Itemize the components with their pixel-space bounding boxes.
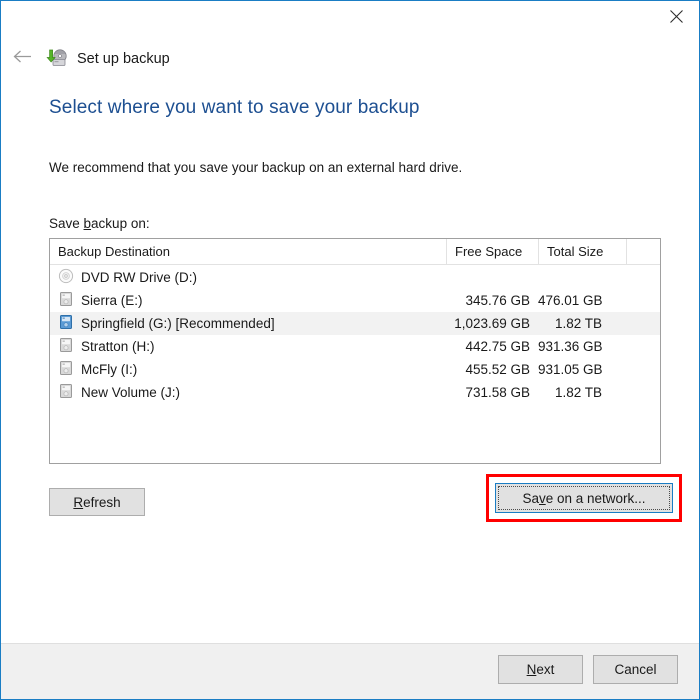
cell-destination: McFly (I:) (50, 360, 446, 379)
cell-destination: Stratton (H:) (50, 337, 446, 356)
setup-backup-window: Set up backup Select where you want to s… (0, 0, 700, 700)
backup-drive-icon (45, 47, 69, 71)
column-header-spacer (626, 239, 660, 265)
dialog-footer: Next Cancel (1, 643, 699, 699)
app-title: Set up backup (77, 52, 170, 67)
table-row[interactable]: Stratton (H:) 442.75 GB931.36 GB (50, 335, 660, 358)
cell-free-space: 345.76 GB (446, 293, 538, 308)
title-bar (1, 1, 699, 32)
cell-total-size: 931.05 GB (538, 362, 626, 377)
backup-destination-list[interactable]: Backup Destination Free Space Total Size… (49, 238, 661, 464)
destination-label: Springfield (G:) [Recommended] (81, 316, 275, 331)
cell-free-space: 455.52 GB (446, 362, 538, 377)
save-on-network-annotation-box: Save on a network... (486, 474, 682, 522)
cell-destination: DVD RW Drive (D:) (50, 268, 446, 287)
hard-drive-icon-selected (58, 314, 74, 333)
page-subtitle: We recommend that you save your backup o… (49, 159, 462, 177)
cell-total-size: 1.82 TB (538, 316, 626, 331)
cell-total-size: 1.82 TB (538, 385, 626, 400)
refresh-button-accel: R (73, 495, 83, 510)
next-button-accel: N (527, 662, 537, 677)
cell-total-size: 931.36 GB (538, 339, 626, 354)
save-on-network-accel: v (539, 491, 546, 506)
table-row[interactable]: McFly (I:) 455.52 GB931.05 GB (50, 358, 660, 381)
refresh-button[interactable]: Refresh (49, 488, 145, 516)
hard-drive-icon (58, 291, 74, 310)
save-on-network-post: e on a network... (546, 491, 646, 506)
hard-drive-icon (58, 337, 74, 356)
destination-label: Stratton (H:) (81, 339, 155, 354)
navigation-row: Set up backup (1, 42, 699, 76)
column-header-destination[interactable]: Backup Destination (50, 239, 446, 265)
table-row[interactable]: Springfield (G:) [Recommended] 1,023.69 G… (50, 312, 660, 335)
cell-destination: Springfield (G:) [Recommended] (50, 314, 446, 333)
content-area: Select where you want to save your backu… (49, 96, 659, 120)
next-button-label: ext (536, 662, 554, 677)
column-header-free-space[interactable]: Free Space (446, 239, 538, 265)
close-icon (670, 10, 683, 23)
save-on-network-button[interactable]: Save on a network... (495, 483, 673, 513)
hard-drive-icon (58, 360, 74, 379)
save-backup-on-label-post: ackup on: (91, 216, 150, 231)
save-backup-on-label: Save backup on: (49, 216, 150, 231)
save-backup-on-label-pre: Save (49, 216, 84, 231)
footer-button-group: Next Cancel (498, 655, 678, 684)
column-header-total-size[interactable]: Total Size (538, 239, 626, 265)
cell-free-space: 1,023.69 GB (446, 316, 538, 331)
cell-free-space: 731.58 GB (446, 385, 538, 400)
close-button[interactable] (653, 1, 699, 32)
table-row[interactable]: New Volume (J:) 731.58 GB1.82 TB (50, 381, 660, 404)
cell-destination: Sierra (E:) (50, 291, 446, 310)
hard-drive-icon (58, 383, 74, 402)
cell-free-space: 442.75 GB (446, 339, 538, 354)
destination-label: DVD RW Drive (D:) (81, 270, 197, 285)
destination-label: New Volume (J:) (81, 385, 180, 400)
list-rows: DVD RW Drive (D:) Sierra (E:) 345.76 GB476… (50, 265, 660, 404)
destination-label: Sierra (E:) (81, 293, 143, 308)
dvd-disc-icon (58, 268, 74, 287)
save-backup-on-label-accel: b (84, 216, 92, 231)
save-on-network-pre: Sa (522, 491, 539, 506)
back-button[interactable] (9, 46, 35, 72)
page-title: Select where you want to save your backu… (49, 96, 659, 120)
cell-total-size: 476.01 GB (538, 293, 626, 308)
table-row[interactable]: Sierra (E:) 345.76 GB476.01 GB (50, 289, 660, 312)
cell-destination: New Volume (J:) (50, 383, 446, 402)
cancel-button[interactable]: Cancel (593, 655, 678, 684)
table-row[interactable]: DVD RW Drive (D:) (50, 266, 660, 289)
destination-label: McFly (I:) (81, 362, 137, 377)
refresh-button-label: efresh (83, 495, 121, 510)
back-arrow-icon (13, 49, 32, 69)
next-button[interactable]: Next (498, 655, 583, 684)
list-header-row: Backup Destination Free Space Total Size (50, 239, 660, 265)
